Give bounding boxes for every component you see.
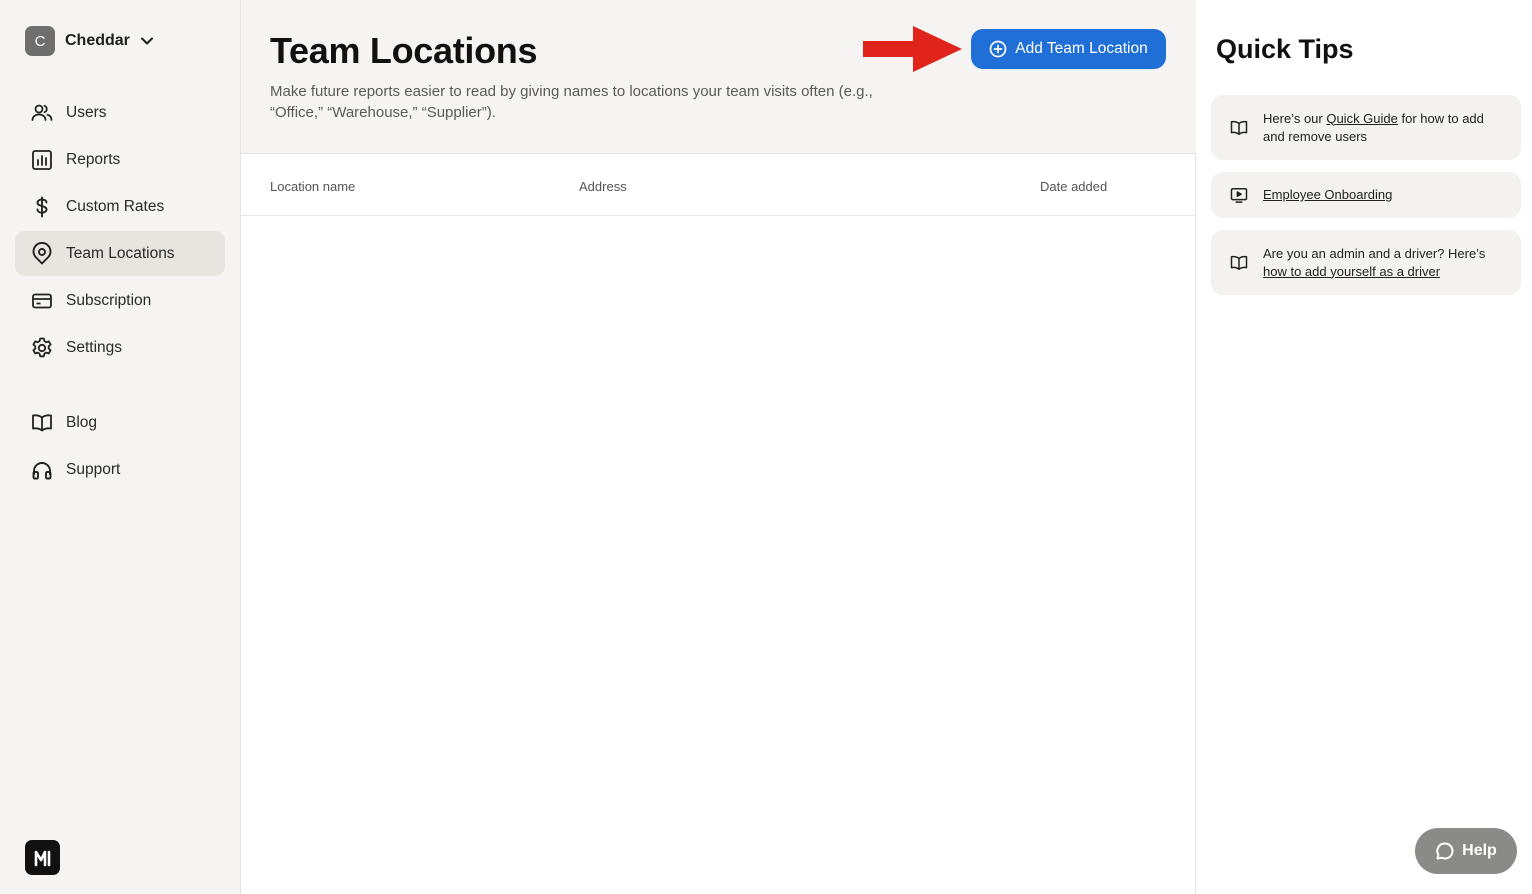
dollar-icon [30, 195, 54, 219]
sidebar-item-label: Blog [66, 413, 98, 431]
book-icon [1229, 118, 1249, 138]
tip-text: Are you an admin and a driver? Here’s ho… [1263, 245, 1507, 281]
book-icon [30, 411, 54, 435]
tip-text-prefix: Are you an admin and a driver? Here’s [1263, 245, 1486, 261]
main-content: Team Locations Make future reports easie… [241, 0, 1196, 894]
chevron-down-icon [140, 34, 154, 48]
page-title: Team Locations [270, 30, 538, 71]
page-description: Make future reports easier to read by gi… [270, 83, 873, 121]
book-icon [1229, 253, 1249, 273]
sidebar: C Cheddar Users Reports Custom Rates Tea… [0, 0, 241, 894]
quick-tips-title: Quick Tips [1216, 34, 1354, 64]
headphones-icon [30, 458, 54, 482]
add-team-location-label: Add Team Location [1015, 40, 1148, 57]
add-team-location-button[interactable]: Add Team Location [971, 29, 1166, 69]
column-header-location-name[interactable]: Location name [270, 179, 355, 194]
employee-onboarding-link[interactable]: Employee Onboarding [1263, 186, 1392, 204]
sidebar-item-blog[interactable]: Blog [15, 400, 225, 445]
tip-card-quick-guide[interactable]: Here’s our Quick Guide for how to add an… [1211, 95, 1521, 160]
account-switcher[interactable]: C Cheddar [25, 26, 154, 56]
sidebar-item-support[interactable]: Support [15, 447, 225, 492]
tip-text-prefix: Here’s our [1263, 110, 1327, 126]
sidebar-item-label: Users [66, 103, 107, 121]
add-yourself-driver-link[interactable]: how to add yourself as a driver [1263, 264, 1440, 279]
sidebar-item-reports[interactable]: Reports [15, 137, 225, 182]
primary-nav: Users Reports Custom Rates Team Location… [15, 90, 225, 372]
sidebar-item-users[interactable]: Users [15, 90, 225, 135]
help-label: Help [1462, 842, 1497, 859]
red-arrow-annotation [863, 26, 962, 72]
account-name: Cheddar [65, 32, 130, 49]
tip-text: Here’s our Quick Guide for how to add an… [1263, 110, 1507, 146]
reports-icon [30, 148, 54, 172]
plus-circle-icon [989, 40, 1007, 58]
sidebar-item-label: Subscription [66, 291, 152, 309]
brand-logo[interactable] [25, 840, 60, 875]
video-icon [1229, 185, 1249, 205]
tip-card-employee-onboarding[interactable]: Employee Onboarding [1211, 172, 1521, 218]
users-icon [30, 101, 54, 125]
sidebar-item-label: Support [66, 460, 121, 478]
sidebar-item-settings[interactable]: Settings [15, 325, 225, 370]
sidebar-item-custom-rates[interactable]: Custom Rates [15, 184, 225, 229]
location-pin-icon [30, 241, 54, 266]
column-header-address[interactable]: Address [579, 179, 627, 194]
table-header: Location name Address Date added [241, 154, 1196, 216]
gear-icon [30, 336, 54, 360]
quick-tips-panel: Quick Tips Here’s our Quick Guide for ho… [1196, 0, 1532, 894]
sidebar-item-label: Custom Rates [66, 197, 165, 215]
quick-guide-link[interactable]: Quick Guide [1326, 111, 1398, 126]
secondary-nav: Blog Support [15, 400, 225, 494]
sidebar-item-label: Reports [66, 150, 121, 168]
help-button[interactable]: Help [1415, 828, 1517, 874]
account-avatar: C [25, 26, 55, 56]
sidebar-item-subscription[interactable]: Subscription [15, 278, 225, 323]
sidebar-item-label: Team Locations [66, 244, 175, 262]
credit-card-icon [30, 289, 54, 313]
page-header: Team Locations Make future reports easie… [241, 0, 1196, 154]
sidebar-item-label: Settings [66, 338, 123, 356]
chat-bubble-icon [1435, 841, 1455, 861]
sidebar-item-team-locations[interactable]: Team Locations [15, 231, 225, 276]
column-header-date-added[interactable]: Date added [1040, 179, 1107, 194]
tip-card-add-yourself-driver[interactable]: Are you an admin and a driver? Here’s ho… [1211, 230, 1521, 295]
